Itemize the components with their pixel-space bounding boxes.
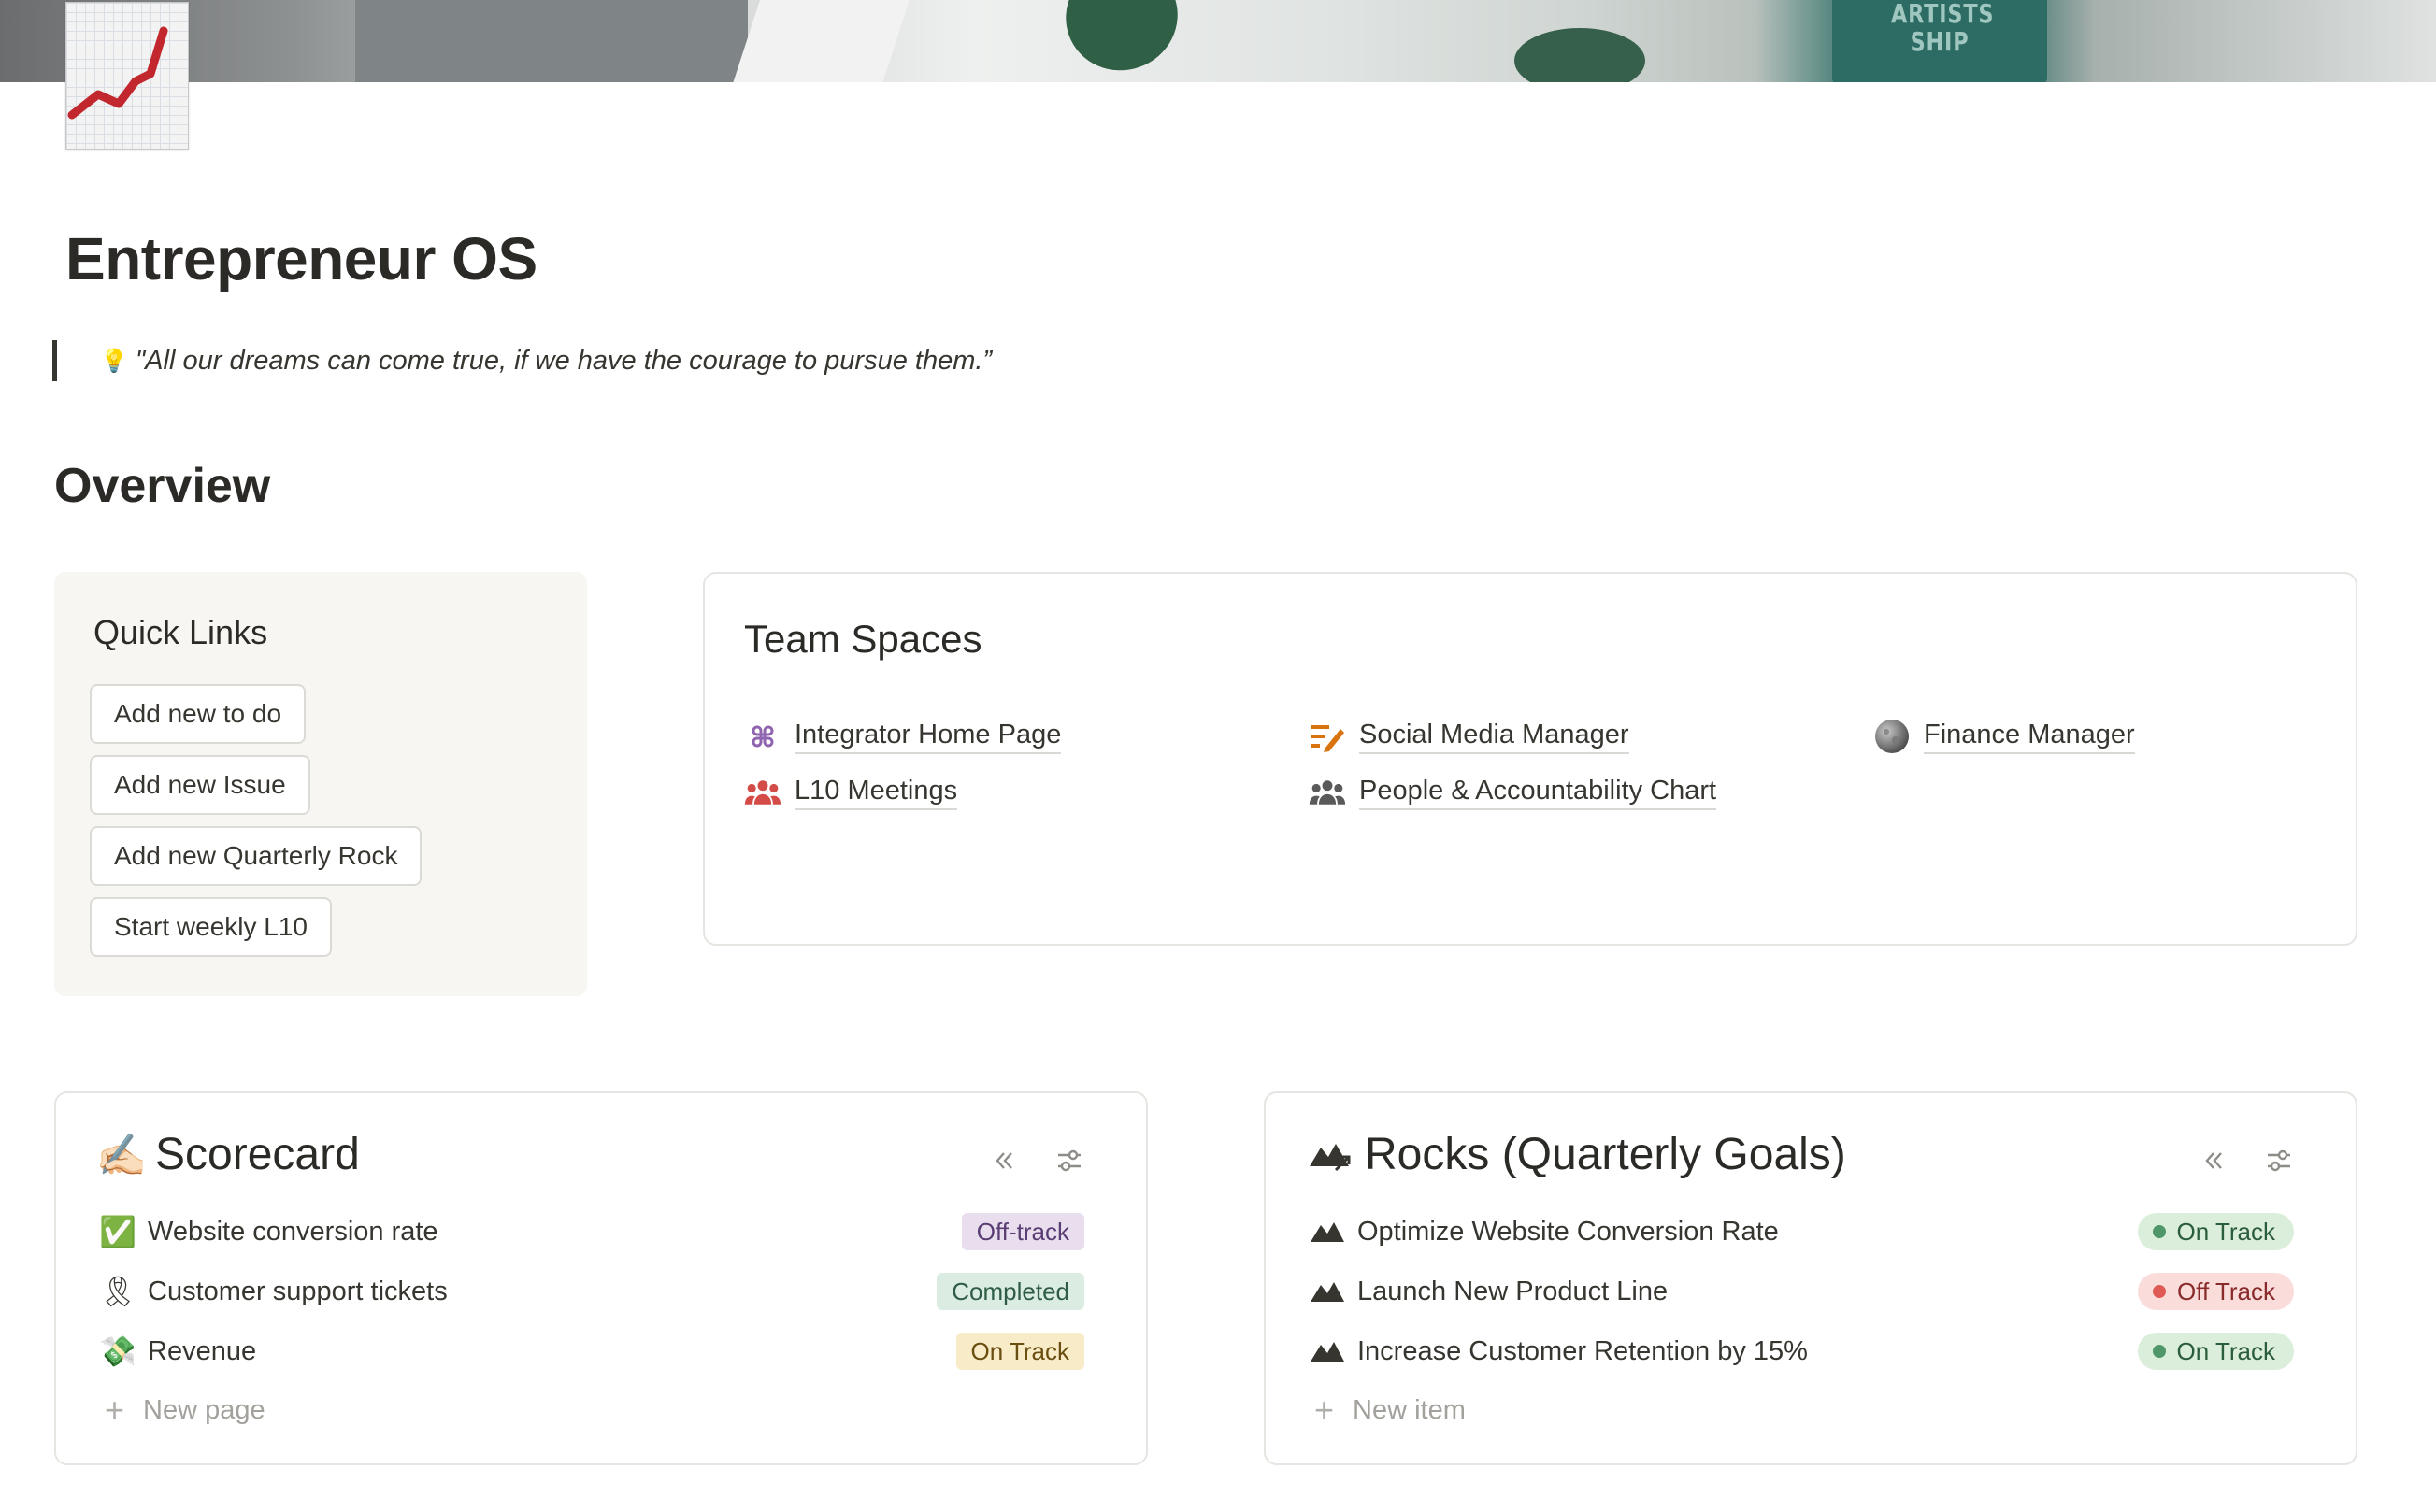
- writing-hand-icon: ✍🏻: [95, 1132, 148, 1178]
- quote-text: "All our dreams can come true, if we hav…: [135, 345, 993, 376]
- link-label: Integrator Home Page: [795, 720, 1062, 754]
- cover-poster-text: ARTISTS SHIP: [1891, 0, 1995, 57]
- status-text: On Track: [2176, 1217, 2275, 1246]
- list-item-label: Revenue: [148, 1335, 257, 1366]
- status-dot: [2153, 1285, 2166, 1298]
- mountain-icon: [1307, 1331, 1348, 1372]
- moon-icon: [1873, 718, 1911, 755]
- link-social-media-manager[interactable]: Social Media Manager: [1309, 718, 1629, 755]
- status-text: On Track: [2176, 1336, 2275, 1365]
- link-integrator-home-page[interactable]: Integrator Home Page: [744, 718, 1062, 755]
- link-label: Finance Manager: [1924, 720, 2135, 754]
- quick-links-panel: Quick Links Add new to do Add new Issue …: [54, 572, 587, 996]
- rocks-title-text: Rocks (Quarterly Goals): [1365, 1130, 1846, 1179]
- team-spaces-panel: Team Spaces Integrator Home Page Social …: [703, 572, 2357, 946]
- status-badge: On Track: [2137, 1333, 2294, 1370]
- start-weekly-l10-button[interactable]: Start weekly L10: [90, 897, 332, 957]
- collapse-icon[interactable]: [2195, 1142, 2232, 1179]
- ribbon-icon: 🎗: [98, 1275, 137, 1308]
- group-icon: [744, 774, 781, 811]
- status-badge: On Track: [2137, 1213, 2294, 1250]
- cover-leaf: [1514, 28, 1645, 82]
- cover-image[interactable]: ARTISTS SHIP: [0, 0, 2436, 82]
- quick-links-title: Quick Links: [93, 613, 268, 651]
- list-item-label: Customer support tickets: [148, 1276, 448, 1306]
- settings-sliders-icon[interactable]: [1051, 1142, 1088, 1179]
- new-page-label: New page: [143, 1394, 265, 1425]
- new-page-button[interactable]: + New page: [105, 1391, 265, 1430]
- mountain-icon: [1307, 1271, 1348, 1312]
- command-icon: [744, 718, 781, 755]
- cover-poster-line: SHIP: [1910, 26, 1970, 57]
- rocks-toolbar: [2195, 1142, 2298, 1179]
- scorecard-title-text: Scorecard: [155, 1130, 360, 1179]
- link-finance-manager[interactable]: Finance Manager: [1873, 718, 2135, 755]
- notion-page: ARTISTS SHIP Entrepreneur OS 💡 "All our …: [0, 0, 2436, 1512]
- list-item[interactable]: Optimize Website Conversion Rate On Trac…: [1307, 1207, 2294, 1256]
- team-spaces-title: Team Spaces: [744, 617, 982, 661]
- cover-leaf: [1050, 0, 1194, 82]
- group-icon: [1309, 774, 1346, 811]
- link-label: Social Media Manager: [1359, 720, 1629, 754]
- new-item-label: New item: [1353, 1394, 1466, 1425]
- page-title[interactable]: Entrepreneur OS: [65, 224, 537, 293]
- mountain-icon: [1307, 1211, 1348, 1252]
- list-item-label: Website conversion rate: [148, 1216, 438, 1247]
- add-quarterly-rock-button[interactable]: Add new Quarterly Rock: [90, 826, 423, 886]
- list-item-label: Increase Customer Retention by 15%: [1357, 1335, 1808, 1366]
- status-badge: Off Track: [2138, 1273, 2294, 1310]
- list-item-label: Optimize Website Conversion Rate: [1357, 1216, 1779, 1247]
- status-dot: [2152, 1225, 2166, 1238]
- rocks-database: Rocks (Quarterly Goals) Optimize Website…: [1264, 1091, 2357, 1465]
- quote-block[interactable]: 💡 "All our dreams can come true, if we h…: [52, 340, 992, 381]
- status-text: Off Track: [2177, 1277, 2275, 1305]
- list-item[interactable]: 💸 Revenue On Track: [97, 1327, 1084, 1376]
- status-badge: Completed: [937, 1273, 1084, 1310]
- plus-icon: +: [105, 1391, 125, 1429]
- new-item-button[interactable]: + New item: [1314, 1391, 1466, 1430]
- add-todo-button[interactable]: Add new to do: [90, 684, 307, 744]
- list-item[interactable]: Launch New Product Line Off Track: [1307, 1267, 2294, 1316]
- list-item[interactable]: Increase Customer Retention by 15% On Tr…: [1307, 1327, 2294, 1376]
- lightbulb-icon: 💡: [100, 348, 128, 374]
- settings-sliders-icon[interactable]: [2260, 1142, 2298, 1179]
- money-with-wings-icon: 💸: [99, 1334, 136, 1368]
- list-item[interactable]: ✅ Website conversion rate Off-track: [97, 1207, 1084, 1256]
- cover-shape: [732, 0, 913, 82]
- list-item-label: Launch New Product Line: [1357, 1276, 1669, 1306]
- overview-heading[interactable]: Overview: [54, 458, 270, 514]
- cover-poster-line: ARTISTS: [1891, 0, 1995, 29]
- status-badge: On Track: [955, 1333, 1084, 1370]
- link-label: People & Accountability Chart: [1359, 776, 1717, 810]
- scorecard-database: ✍🏻 Scorecard ✅ Website conversion rate O…: [54, 1091, 1148, 1465]
- status-badge: Off-track: [961, 1213, 1084, 1250]
- rocks-title[interactable]: Rocks (Quarterly Goals): [1307, 1129, 1846, 1180]
- chart-increasing-icon[interactable]: [65, 2, 189, 150]
- scorecard-toolbar: [985, 1142, 1088, 1179]
- list-item[interactable]: 🎗 Customer support tickets Completed: [97, 1267, 1084, 1316]
- collapse-icon[interactable]: [985, 1142, 1023, 1179]
- link-people-accountability-chart[interactable]: People & Accountability Chart: [1309, 774, 1717, 811]
- status-dot: [2152, 1345, 2166, 1358]
- edit-list-icon: [1309, 718, 1346, 755]
- scorecard-title[interactable]: ✍🏻 Scorecard: [95, 1129, 360, 1180]
- link-label: L10 Meetings: [795, 776, 958, 810]
- plus-icon: +: [1314, 1391, 1335, 1429]
- mountain-icon: [1307, 1131, 1355, 1179]
- link-l10-meetings[interactable]: L10 Meetings: [744, 774, 958, 811]
- check-mark-icon: ✅: [99, 1215, 136, 1248]
- cover-shape: [355, 0, 748, 82]
- add-issue-button[interactable]: Add new Issue: [90, 755, 310, 815]
